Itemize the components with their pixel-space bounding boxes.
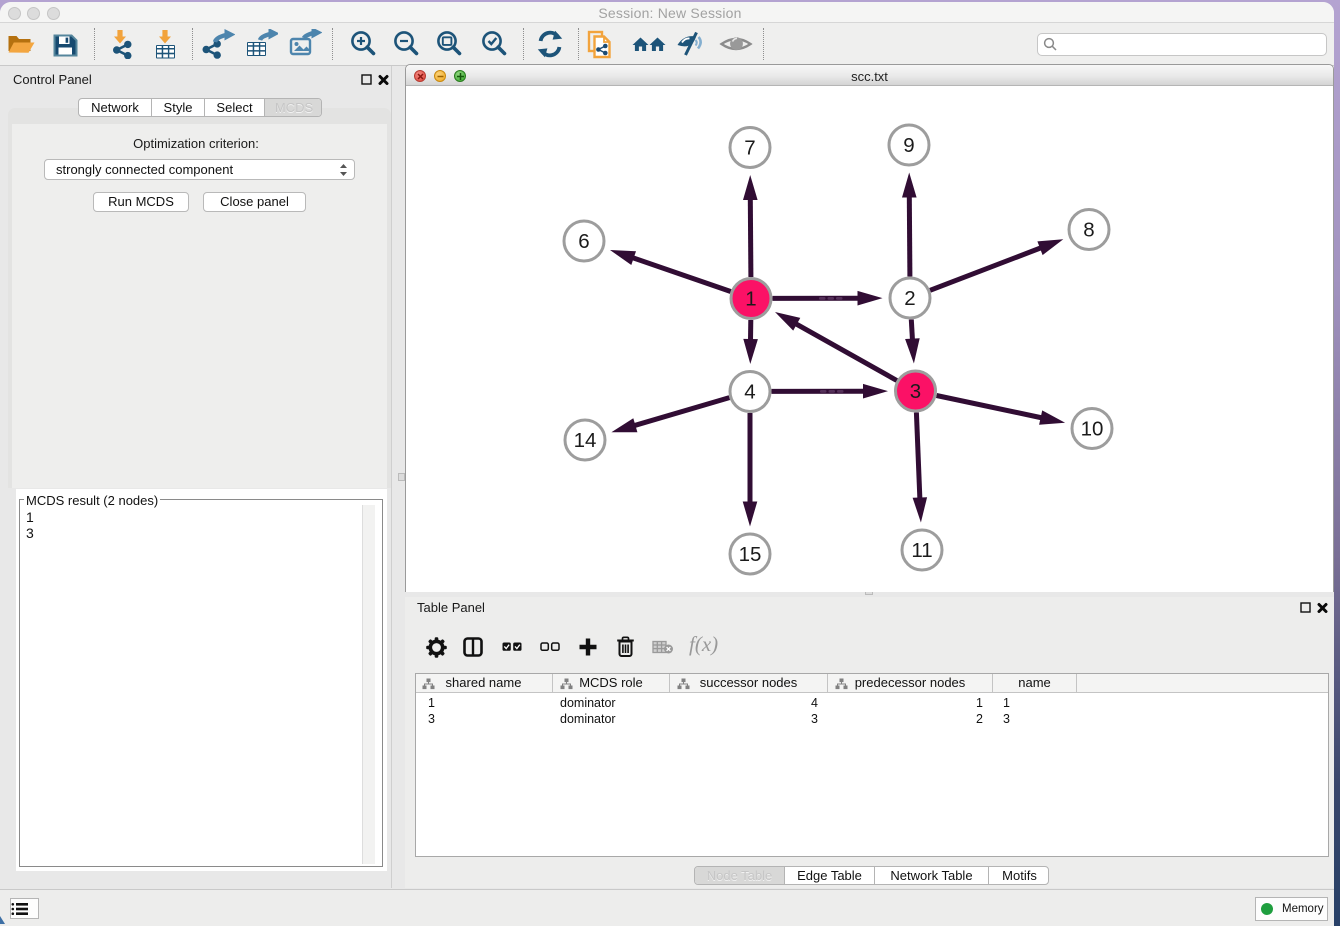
- svg-text:4: 4: [744, 381, 755, 404]
- svg-text:1: 1: [745, 288, 756, 311]
- svg-text:2: 2: [904, 287, 915, 310]
- svg-text:8: 8: [1083, 219, 1094, 242]
- svg-text:9: 9: [903, 134, 914, 157]
- svg-text:14: 14: [574, 429, 597, 452]
- svg-text:15: 15: [739, 543, 762, 566]
- svg-text:10: 10: [1081, 418, 1104, 441]
- svg-text:3: 3: [910, 380, 921, 403]
- svg-text:6: 6: [578, 230, 589, 253]
- svg-text:7: 7: [744, 137, 755, 160]
- svg-text:11: 11: [911, 539, 932, 562]
